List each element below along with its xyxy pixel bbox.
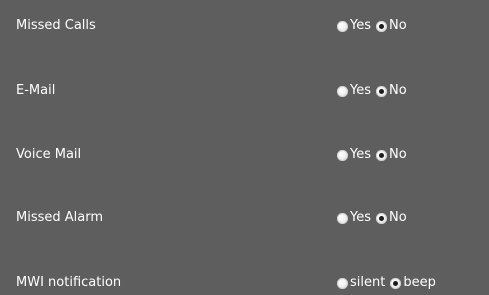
setting-label-missed-calls: Missed Calls [16, 18, 96, 33]
setting-label-missed-alarm: Missed Alarm [16, 210, 104, 225]
radio-option-label: No [389, 83, 407, 98]
radio-option-silent[interactable]: silent [337, 275, 385, 291]
radio-option-label: No [389, 210, 407, 225]
radio-button-selected-icon[interactable] [376, 149, 387, 161]
setting-row-mwi-notification: MWI notification silent beep [0, 273, 489, 293]
setting-row-missed-calls: Missed Calls Yes No [0, 16, 489, 36]
radio-option-label: Yes [350, 18, 371, 33]
radio-option-yes[interactable]: Yes [337, 147, 371, 163]
radio-option-label: Yes [350, 83, 371, 98]
radio-option-label: No [389, 147, 407, 162]
radio-option-label: silent [350, 275, 386, 290]
radio-button-selected-icon[interactable] [376, 85, 387, 97]
radio-button-selected-icon[interactable] [390, 277, 402, 289]
radio-option-no[interactable]: No [376, 147, 407, 163]
setting-row-voice-mail: Voice Mail Yes No [0, 145, 489, 165]
radio-button-icon[interactable] [337, 85, 348, 97]
radio-button-icon[interactable] [337, 149, 348, 161]
settings-panel: Missed Calls Yes No E-Mail Yes No Voice … [0, 0, 489, 295]
radio-option-label: Yes [350, 210, 371, 225]
radio-option-yes[interactable]: Yes [337, 18, 371, 34]
setting-label-email: E-Mail [16, 83, 56, 98]
radio-button-selected-icon[interactable] [376, 212, 387, 224]
radio-group-voice-mail: Yes No [337, 147, 412, 163]
setting-label-voice-mail: Voice Mail [16, 147, 82, 162]
radio-group-mwi-notification: silent beep [337, 275, 441, 291]
radio-button-icon[interactable] [337, 20, 348, 32]
setting-row-email: E-Mail Yes No [0, 81, 489, 101]
radio-option-beep[interactable]: beep [390, 275, 436, 291]
radio-group-missed-calls: Yes No [337, 18, 412, 34]
radio-option-label: No [389, 18, 407, 33]
radio-button-icon[interactable] [337, 212, 348, 224]
radio-option-no[interactable]: No [376, 210, 407, 226]
setting-label-mwi-notification: MWI notification [16, 275, 122, 290]
radio-option-no[interactable]: No [376, 18, 407, 34]
setting-row-missed-alarm: Missed Alarm Yes No [0, 208, 489, 228]
radio-group-missed-alarm: Yes No [337, 210, 412, 226]
radio-button-icon[interactable] [337, 277, 348, 289]
radio-group-email: Yes No [337, 83, 412, 99]
radio-option-label: Yes [350, 147, 371, 162]
radio-option-yes[interactable]: Yes [337, 83, 371, 99]
radio-option-yes[interactable]: Yes [337, 210, 371, 226]
radio-button-selected-icon[interactable] [376, 20, 387, 32]
radio-option-label: beep [403, 275, 436, 290]
radio-option-no[interactable]: No [376, 83, 407, 99]
